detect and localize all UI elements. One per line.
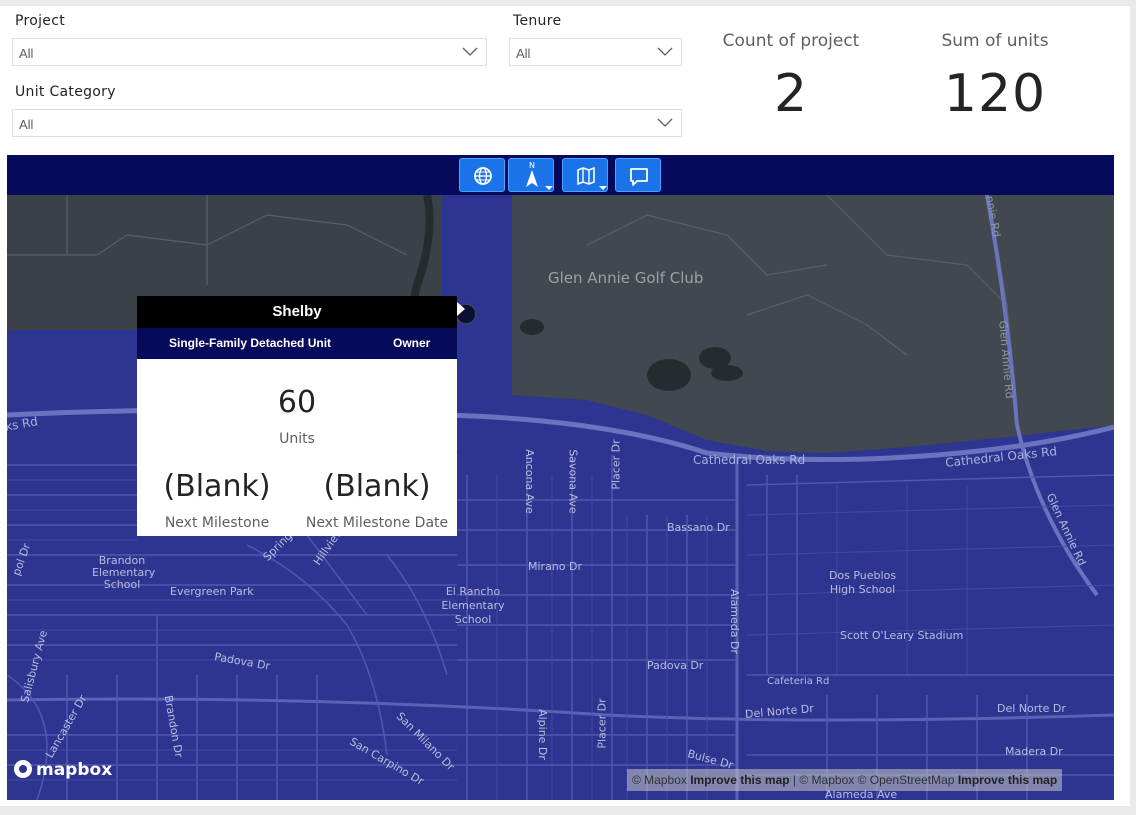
globe-button[interactable] [459,158,505,192]
project-dropdown[interactable]: All [12,38,487,66]
unit-category-dropdown-value: All [19,117,34,132]
popup-milestone-value: (Blank) [163,469,271,504]
map-label-del-norte-2: Del Norte Dr [997,702,1066,715]
north-arrow-icon: N [526,161,553,190]
unit-category-dropdown[interactable]: All [12,109,682,137]
count-project-card-title: Count of project [722,31,860,51]
sum-units-card-value: 120 [943,64,1047,124]
attribution-osm[interactable]: | © Mapbox © OpenStreetMap [793,773,955,787]
chevron-down-icon [462,47,478,56]
comment-icon [630,168,648,186]
improve-map-link-1[interactable]: Improve this map [690,773,789,787]
comment-button[interactable] [615,158,661,192]
map-label-savona-ave: Savona Ave [566,449,580,514]
map-label-cathedral-oaks: Cathedral Oaks Rd [693,453,806,467]
sum-units-card-title: Sum of units [941,31,1049,51]
popup-pointer [457,302,465,316]
popup-tenure: Owner [393,336,431,350]
map-label-brandon-school: Brandon Elementary School [92,554,156,591]
popup-unit-category: Single-Family Detached Unit [169,336,332,350]
popup-milestone-date-label: Next Milestone Date [305,515,449,531]
map-style-icon [577,166,607,190]
map-label-padova-dr-2: Padova Dr [647,659,704,672]
improve-map-link-2[interactable]: Improve this map [958,773,1057,787]
map-label-placer-dr: Placer Dr [609,439,623,490]
map-label-alameda-dr: Alameda Dr [728,588,742,655]
map-label-mirano-dr: Mirano Dr [528,560,583,573]
map-style-button[interactable] [562,158,608,192]
mapbox-logo-text: mapbox [36,760,113,780]
map-label-bassano-dr: Bassano Dr [667,521,730,534]
map-label-alpine-dr: Alpine Dr [535,709,549,760]
map-label-dos-pueblos: Dos Pueblos High School [828,569,897,596]
project-dropdown-value: All [19,46,34,61]
project-slicer-label: Project [15,13,65,29]
map-label-el-rancho-school: El Rancho Elementary School [441,585,505,626]
tenure-dropdown-value: All [516,46,531,61]
attribution-mapbox[interactable]: © Mapbox [632,773,687,787]
map-label-scott-stadium: Scott O'Leary Stadium [840,629,964,642]
popup-subheader: Single-Family Detached Unit Owner [137,328,457,359]
globe-icon [474,167,492,185]
map-tooltip-popup: Shelby Single-Family Detached Unit Owner… [137,296,457,536]
popup-units-label: Units [279,431,315,447]
mapbox-logo-icon [14,760,32,778]
popup-milestone-label: Next Milestone [164,515,270,531]
map-toolbar: N [7,155,1114,195]
unit-category-slicer-label: Unit Category [15,84,116,100]
chevron-down-icon [657,47,673,56]
north-label: N [529,161,535,170]
map-attribution: © Mapbox Improve this map | © Mapbox © O… [627,769,1063,791]
tenure-dropdown[interactable]: All [509,38,682,66]
map-label-evergreen-park: Evergreen Park [170,585,254,598]
count-project-card-value: 2 [773,64,809,124]
north-arrow-button[interactable]: N [508,158,554,192]
popup-units-value: 60 [277,385,317,420]
map-label-golf-club: Glen Annie Golf Club [548,269,704,287]
map-label-cafeteria-rd: Cafeteria Rd [767,676,830,687]
popup-title: Shelby [137,296,457,328]
map-label-ancona-ave: Ancona Ave [522,449,536,514]
mapbox-logo[interactable]: mapbox [14,760,112,780]
popup-milestone-date-value: (Blank) [323,469,431,504]
tenure-slicer-label: Tenure [513,13,562,29]
map-label-madera-dr: Madera Dr [1005,745,1063,758]
chevron-down-icon [657,118,673,127]
map-label-placer-dr-2: Placer Dr [595,698,609,749]
